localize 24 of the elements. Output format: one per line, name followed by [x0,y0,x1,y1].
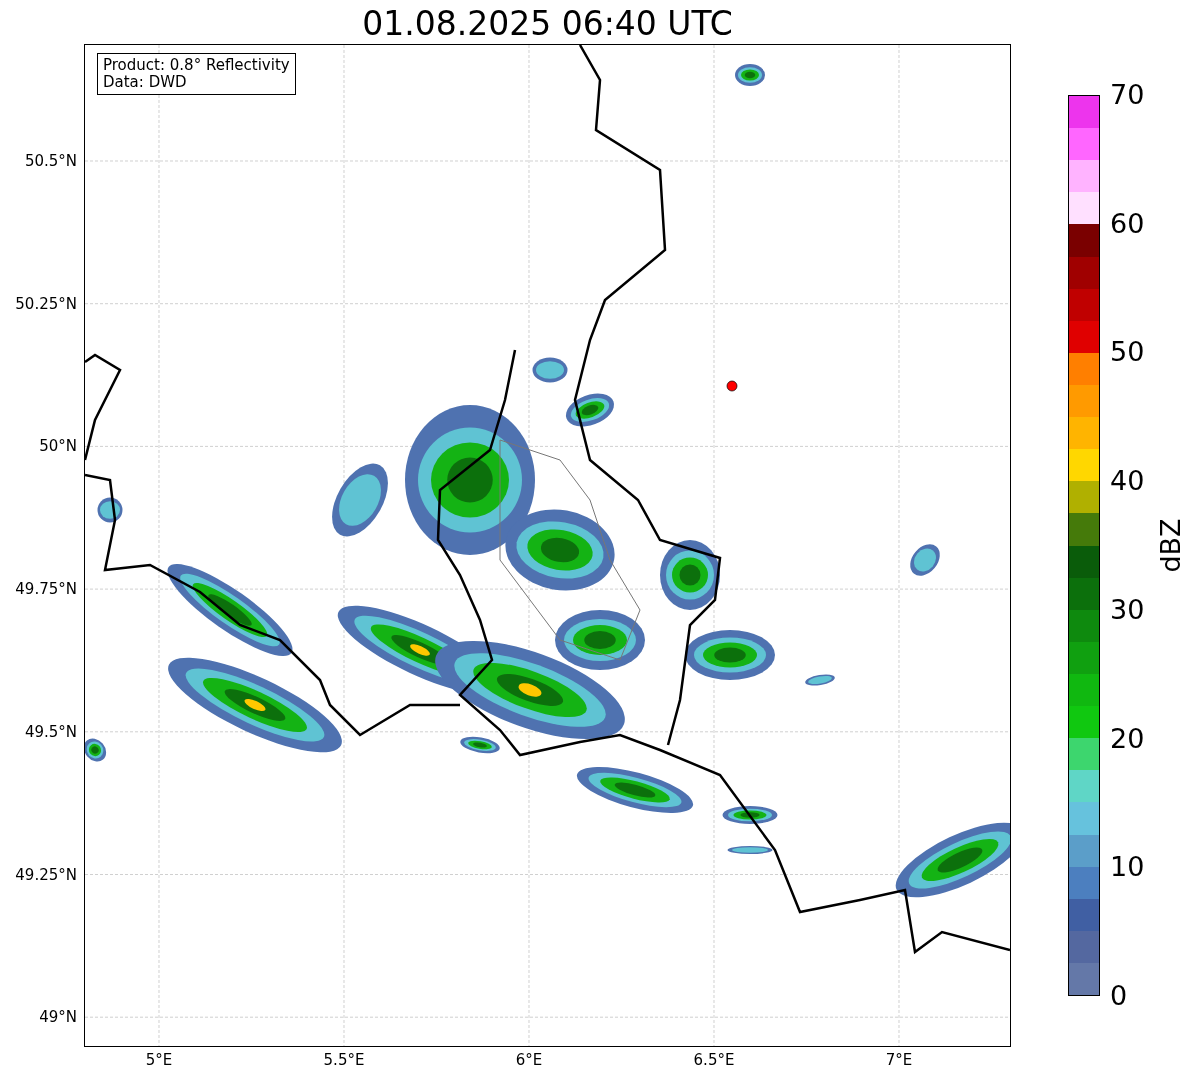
colorbar-tick-label: 70 [1110,79,1145,111]
colorbar-tick-label: 60 [1110,207,1145,240]
info-text: Product: 0.8° Reflectivity [103,57,290,74]
latitude-label: 50.25°N [15,294,77,313]
longitude-label: 6.5°E [693,1051,735,1069]
colorbar-tick-label: 0 [1110,980,1128,1012]
chart-title: 01.08.2025 06:40 UTC [361,4,734,44]
latitude-label: 50°N [39,437,77,456]
longitude-label: 6°E [515,1051,543,1069]
colorbar-tick-label: 50 [1110,336,1145,369]
latitude-label: 49.75°N [15,580,77,599]
colorbar-tick-label: 10 [1110,851,1145,884]
latitude-label: 49°N [39,1008,77,1027]
longitude-label: 7°E [885,1051,913,1069]
longitude-label: 5.5°E [323,1051,365,1069]
colorbar-tick-label: 40 [1110,465,1145,498]
latitude-label: 49.25°N [15,865,77,884]
info-text: Data: DWD [103,74,188,91]
latitude-label: 50.5°N [24,152,77,170]
colorbar-label: dBZ [1154,518,1186,573]
latitude-label: 49.5°N [24,722,77,741]
longitude-label: 5°E [145,1051,173,1069]
colorbar-tick-label: 30 [1110,593,1145,626]
colorbar-tick-label: 20 [1110,722,1145,755]
